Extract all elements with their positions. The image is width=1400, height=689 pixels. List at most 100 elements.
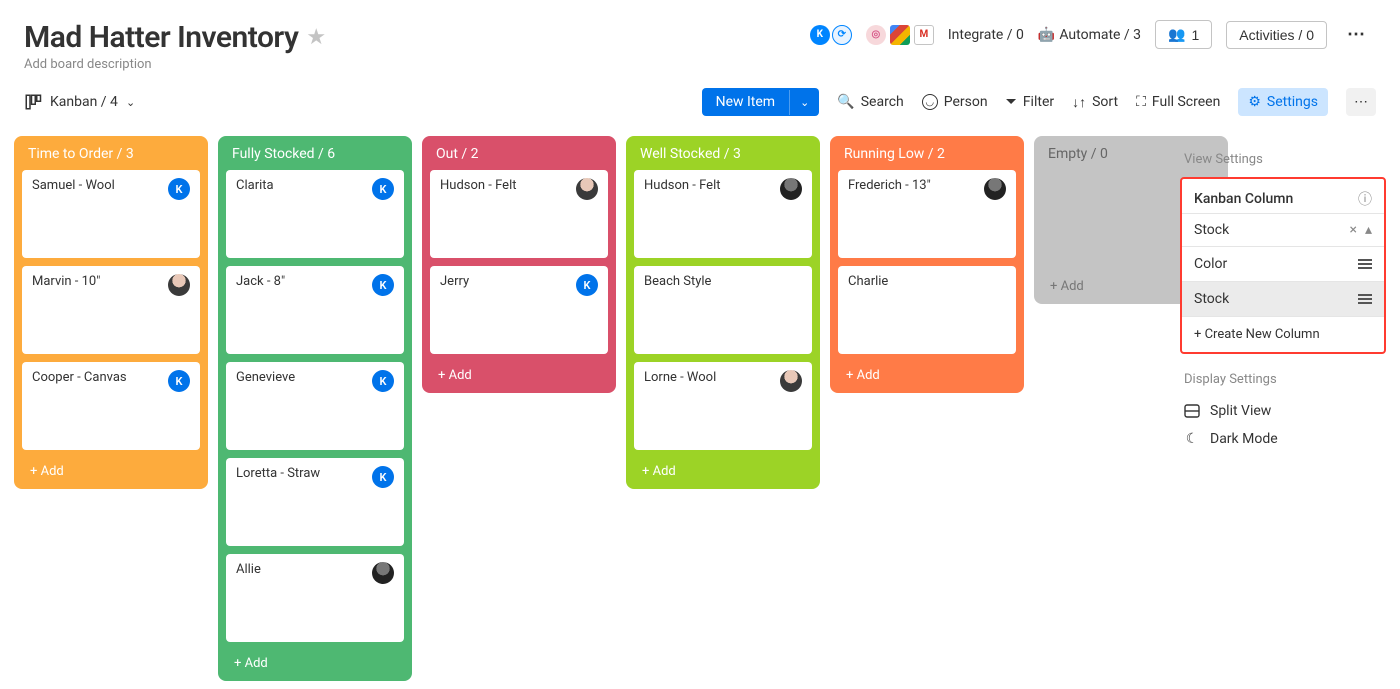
- avatar[interactable]: [576, 178, 598, 200]
- person-button[interactable]: ◡Person: [922, 94, 988, 110]
- filter-button[interactable]: ⏷Filter: [1006, 94, 1055, 110]
- add-card-button[interactable]: + Add: [838, 362, 1016, 393]
- card-title: Charlie: [848, 274, 888, 289]
- column-header[interactable]: Out / 2: [430, 144, 608, 170]
- board-title[interactable]: Mad Hatter Inventory: [24, 20, 298, 55]
- view-name: Kanban / 4: [50, 94, 118, 110]
- kanban-icon: [24, 93, 42, 111]
- card-title: Samuel - Wool: [32, 178, 115, 193]
- card-title: Beach Style: [644, 274, 711, 289]
- board-toolbar: Kanban / 4 ⌄ New Item ⌄ 🔍Search ◡Person …: [0, 78, 1400, 128]
- add-card-button[interactable]: + Add: [430, 362, 608, 393]
- card-title: Hudson - Felt: [644, 178, 720, 193]
- column-option[interactable]: Color: [1182, 246, 1384, 281]
- avatar-k-icon[interactable]: K: [576, 274, 598, 296]
- avatar-k-icon[interactable]: K: [168, 370, 190, 392]
- chevron-down-icon[interactable]: ⌄: [789, 90, 819, 115]
- header-actions: K ⟳ ◎ M Integrate / 0 🤖Automate / 3 👥1 A…: [810, 20, 1372, 49]
- kanban-card[interactable]: Jack - 8"K: [226, 266, 404, 354]
- fullscreen-button[interactable]: ⛶Full Screen: [1136, 94, 1220, 110]
- add-card-button[interactable]: + Add: [634, 458, 812, 489]
- kanban-card[interactable]: Hudson - Felt: [430, 170, 608, 258]
- avatar-k-icon[interactable]: K: [168, 178, 190, 200]
- column-header[interactable]: Well Stocked / 3: [634, 144, 812, 170]
- kanban-card[interactable]: Samuel - Wool K: [22, 170, 200, 258]
- card-title: Clarita: [236, 178, 274, 193]
- members-button[interactable]: 👥1: [1155, 20, 1212, 49]
- kanban-card[interactable]: Allie: [226, 554, 404, 642]
- drag-handle-icon[interactable]: [1358, 257, 1372, 271]
- split-view-icon: [1184, 403, 1200, 419]
- kanban-card[interactable]: Hudson - Felt: [634, 170, 812, 258]
- view-settings-label: View Settings: [1180, 152, 1386, 167]
- add-card-button[interactable]: + Add: [226, 650, 404, 681]
- favorite-star-icon[interactable]: ★: [306, 25, 326, 50]
- display-settings-label: Display Settings: [1184, 372, 1386, 387]
- integration-icon-2[interactable]: ◎: [866, 25, 886, 45]
- sort-icon: ↓↑: [1072, 94, 1086, 111]
- automate-link[interactable]: 🤖Automate / 3: [1038, 27, 1141, 43]
- avatar[interactable]: [984, 178, 1006, 200]
- card-title: Frederich - 13": [848, 178, 931, 193]
- integration-icons-2: ◎ M: [866, 25, 934, 45]
- board-header: Mad Hatter Inventory ★ Add board descrip…: [0, 0, 1400, 78]
- column-header[interactable]: Time to Order / 3: [22, 144, 200, 170]
- avatar-k-icon[interactable]: K: [372, 370, 394, 392]
- more-menu-icon[interactable]: ⋯: [1341, 20, 1372, 49]
- kanban-column-select[interactable]: Stock ×▴: [1182, 213, 1384, 246]
- dark-mode-option[interactable]: ☾ Dark Mode: [1180, 425, 1386, 453]
- kanban-column: Fully Stocked / 6ClaritaKJack - 8"KGenev…: [218, 136, 412, 681]
- card-title: Cooper - Canvas: [32, 370, 127, 385]
- kanban-card[interactable]: GenevieveK: [226, 362, 404, 450]
- search-button[interactable]: 🔍Search: [837, 94, 903, 110]
- dark-mode-label: Dark Mode: [1210, 431, 1278, 447]
- toolbar-more-icon[interactable]: ⋯: [1346, 88, 1376, 116]
- gmail-icon[interactable]: M: [914, 25, 934, 45]
- robot-icon: 🤖: [1038, 27, 1055, 43]
- info-icon[interactable]: ⓘ: [1358, 189, 1372, 209]
- avatar-k-icon[interactable]: K: [810, 25, 830, 45]
- kanban-card[interactable]: Lorne - Wool: [634, 362, 812, 450]
- kanban-column-panel: Kanban Column ⓘ Stock ×▴ ColorStock + Cr…: [1180, 177, 1386, 354]
- kanban-card[interactable]: Cooper - Canvas K: [22, 362, 200, 450]
- split-view-option[interactable]: Split View: [1180, 397, 1386, 425]
- split-view-label: Split View: [1210, 403, 1271, 419]
- add-card-button[interactable]: + Add: [22, 458, 200, 489]
- settings-sidebar: View Settings Kanban Column ⓘ Stock ×▴ C…: [1180, 152, 1386, 453]
- sort-button[interactable]: ↓↑Sort: [1072, 94, 1118, 111]
- card-title: Hudson - Felt: [440, 178, 516, 193]
- moon-icon: ☾: [1184, 431, 1200, 447]
- kanban-card[interactable]: Marvin - 10": [22, 266, 200, 354]
- title-area: Mad Hatter Inventory ★ Add board descrip…: [24, 20, 326, 72]
- chevron-up-icon[interactable]: ▴: [1365, 222, 1372, 238]
- board-description[interactable]: Add board description: [24, 57, 326, 72]
- kanban-card[interactable]: Loretta - StrawK: [226, 458, 404, 546]
- avatar-k-icon[interactable]: K: [372, 178, 394, 200]
- create-new-column[interactable]: + Create New Column: [1182, 316, 1384, 352]
- kanban-card[interactable]: Beach Style: [634, 266, 812, 354]
- integration-icon-1[interactable]: ⟳: [832, 25, 852, 45]
- select-controls: ×▴: [1349, 222, 1372, 238]
- avatar[interactable]: [780, 178, 802, 200]
- avatar[interactable]: [168, 274, 190, 296]
- settings-button[interactable]: ⚙Settings: [1238, 88, 1328, 116]
- kanban-card[interactable]: Charlie: [838, 266, 1016, 354]
- integrate-link[interactable]: Integrate / 0: [948, 27, 1024, 43]
- new-item-button[interactable]: New Item ⌄: [702, 88, 820, 116]
- avatar[interactable]: [372, 562, 394, 584]
- kanban-card[interactable]: Clarita K: [226, 170, 404, 258]
- kanban-card[interactable]: Frederich - 13": [838, 170, 1016, 258]
- clear-icon[interactable]: ×: [1349, 222, 1356, 238]
- kanban-card[interactable]: JerryK: [430, 266, 608, 354]
- people-icon: 👥: [1168, 26, 1185, 43]
- avatar-k-icon[interactable]: K: [372, 466, 394, 488]
- column-header[interactable]: Fully Stocked / 6: [226, 144, 404, 170]
- activities-button[interactable]: Activities / 0: [1226, 21, 1327, 49]
- drag-handle-icon[interactable]: [1358, 292, 1372, 306]
- avatar-k-icon[interactable]: K: [372, 274, 394, 296]
- view-switcher[interactable]: Kanban / 4 ⌄: [24, 93, 135, 111]
- column-option[interactable]: Stock: [1182, 281, 1384, 316]
- column-header[interactable]: Running Low / 2: [838, 144, 1016, 170]
- avatar[interactable]: [780, 370, 802, 392]
- integration-icon-3[interactable]: [890, 25, 910, 45]
